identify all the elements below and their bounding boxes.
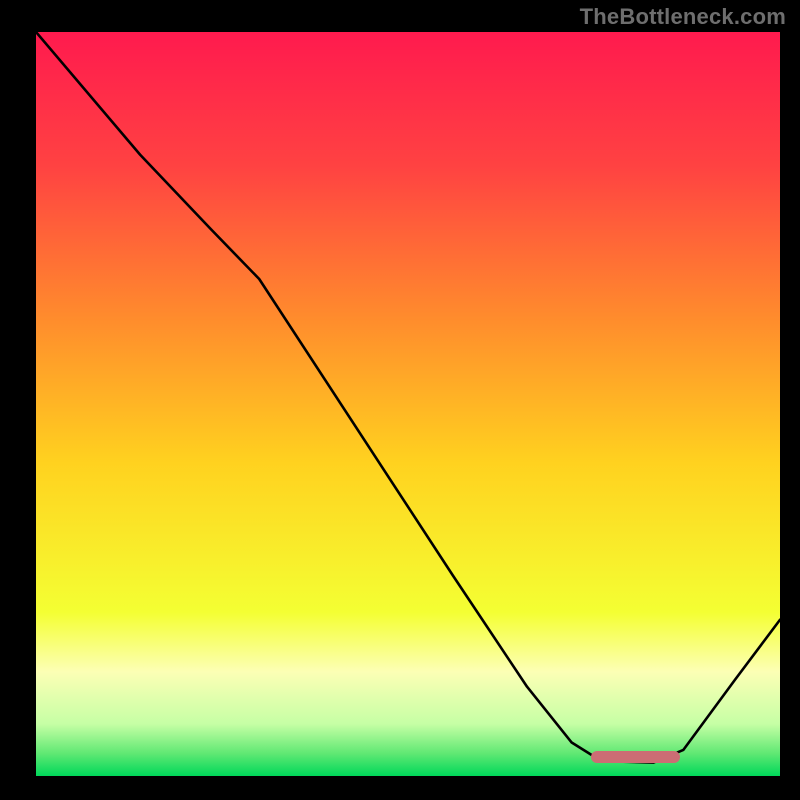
watermark-text: TheBottleneck.com [580, 4, 786, 30]
plot-area [36, 32, 780, 776]
curve [36, 32, 780, 776]
page-root: TheBottleneck.com [0, 0, 800, 800]
highlight-marker [591, 751, 680, 763]
curve-path [36, 32, 780, 763]
